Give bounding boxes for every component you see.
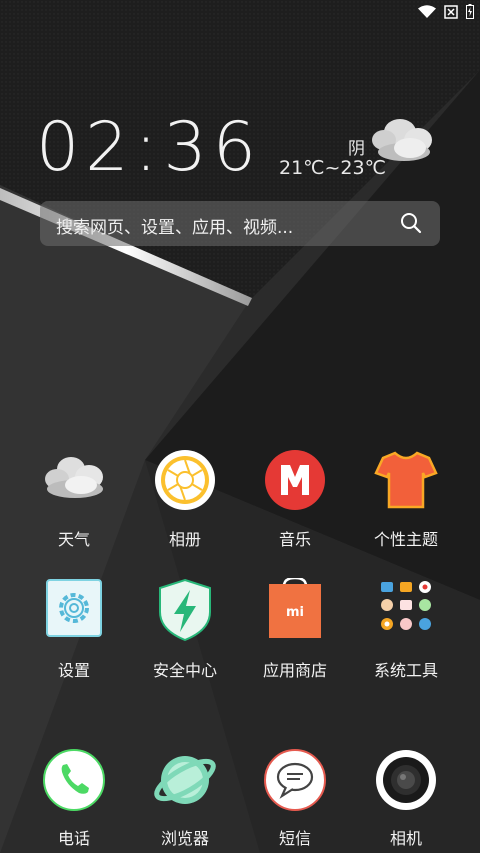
system-tools-folder-icon [373,578,439,644]
security-app-icon [152,578,218,644]
app-label: 相机 [389,829,422,848]
app-system-tools[interactable]: 系统工具 [351,578,461,681]
app-store[interactable]: mi 应用商店 [240,576,350,681]
app-label: 音乐 [278,530,311,549]
app-security[interactable]: 安全中心 [130,578,240,681]
app-weather[interactable]: 天气 [19,447,129,550]
app-label: 相册 [168,530,201,549]
no-sim-icon [444,4,458,19]
app-settings[interactable]: 设置 [19,578,129,681]
app-label: 短信 [278,829,311,848]
search-placeholder: 搜索网页、设置、应用、视频... [56,218,294,238]
browser-app-icon [152,747,218,813]
app-label: 天气 [57,530,90,549]
search-icon[interactable] [400,212,422,234]
app-themes[interactable]: 个性主题 [351,447,461,550]
dock-browser[interactable]: 浏览器 [130,747,240,849]
app-label: 应用商店 [262,661,327,680]
wifi-icon [418,4,436,18]
gallery-app-icon [152,447,218,513]
app-label: 安全中心 [152,661,217,680]
weather-app-icon [41,447,107,513]
weather-condition[interactable]: 阴 [348,134,365,159]
camera-app-icon [373,747,439,813]
music-app-icon [262,447,328,513]
settings-app-icon [41,578,107,644]
app-store-icon: mi [262,576,328,644]
app-music[interactable]: 音乐 [240,447,350,550]
app-label: 设置 [57,661,90,680]
dock-messages[interactable]: 短信 [240,747,350,849]
clock-time[interactable]: 02:36 [36,108,262,188]
messages-app-icon [262,747,328,813]
app-label: 个性主题 [373,530,438,549]
phone-app-icon [41,747,107,813]
dock-camera[interactable]: 相机 [351,747,461,849]
app-label: 电话 [57,829,90,848]
svg-text:mi: mi [286,605,304,620]
search-bar[interactable]: 搜索网页、设置、应用、视频... [40,201,440,246]
battery-charging-icon [466,4,474,19]
app-label: 系统工具 [373,661,438,680]
dock-phone[interactable]: 电话 [19,747,129,849]
app-gallery[interactable]: 相册 [130,447,240,550]
cloudy-icon[interactable] [368,110,440,166]
themes-app-icon [373,447,439,513]
status-bar [0,0,480,26]
app-label: 浏览器 [160,829,209,848]
